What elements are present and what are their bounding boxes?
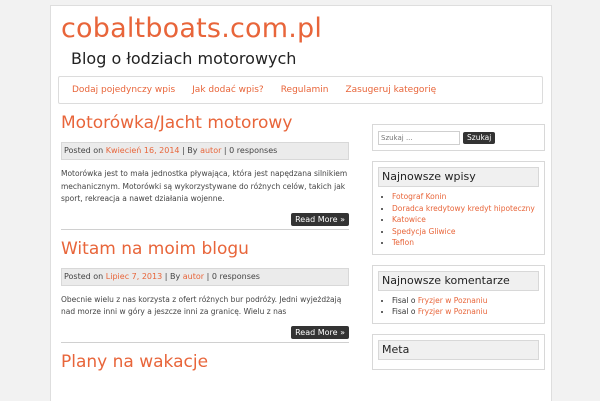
read-more-button[interactable]: Read More » <box>291 212 349 226</box>
comment-on-label: o <box>410 307 416 316</box>
post-title[interactable]: Motorówka/Jacht motorowy <box>61 112 349 142</box>
post-2: Witam na moim blogu Posted on Lipiec 7, … <box>61 238 349 339</box>
post-title[interactable]: Witam na moim blogu <box>61 238 349 268</box>
meta-widget: Meta <box>372 333 545 370</box>
post-author-link[interactable]: autor <box>200 146 221 155</box>
list-item: Teflon <box>392 237 539 249</box>
post-title[interactable]: Plany na wakacje <box>61 351 349 381</box>
post-responses: | 0 responses <box>206 271 260 281</box>
comment-post-link[interactable]: Fryzjer w Poznaniu <box>418 296 488 305</box>
recent-comments-list: Fisal o Fryzjer w Poznaniu Fisal o Fryzj… <box>378 295 539 318</box>
by-label: | By <box>164 271 181 281</box>
recent-comments-widget: Najnowsze komentarze Fisal o Fryzjer w P… <box>372 264 545 324</box>
main-content: Motorówka/Jacht motorowy Posted on Kwiec… <box>61 112 349 381</box>
post-meta: Posted on Lipiec 7, 2013 | By autor | 0 … <box>61 267 349 286</box>
post-3: Plany na wakacje <box>61 351 349 381</box>
recent-posts-widget: Najnowsze wpisy Fotograf Konin Doradca k… <box>372 161 545 255</box>
comment-author: Fisal <box>392 307 409 316</box>
post-1: Motorówka/Jacht motorowy Posted on Kwiec… <box>61 112 349 226</box>
post-title-link[interactable]: Motorówka/Jacht motorowy <box>61 113 292 133</box>
list-item: Fotograf Konin <box>392 191 539 203</box>
read-more-row: Read More » <box>61 320 349 339</box>
site-title-link[interactable]: cobaltboats.com.pl <box>61 13 322 44</box>
main-nav: Dodaj pojedynczy wpis Jak dodać wpis? Re… <box>58 76 543 104</box>
post-responses: | 0 responses <box>223 146 278 155</box>
search-widget: Szukaj <box>372 124 545 151</box>
post-excerpt: Obecnie wielu z nas korzysta z ofert róż… <box>61 294 342 317</box>
nav-item-suggest-category[interactable]: Zasugeruj kategorię <box>346 85 437 95</box>
site-description: Blog o łodziach motorowych <box>71 49 297 68</box>
post-date-link[interactable]: Lipiec 7, 2013 <box>106 272 162 281</box>
post-title-link[interactable]: Plany na wakacje <box>61 352 208 372</box>
list-item: Katowice <box>392 214 539 226</box>
comment-post-link[interactable]: Fryzjer w Poznaniu <box>418 307 488 316</box>
widget-title: Meta <box>378 339 539 360</box>
page-container: cobaltboats.com.pl Blog o łodziach motor… <box>50 5 552 401</box>
list-item: Fisal o Fryzjer w Poznaniu <box>392 295 539 307</box>
comment-author: Fisal <box>392 295 409 305</box>
post-divider <box>61 228 349 230</box>
recent-post-link[interactable]: Doradca kredytowy kredyt hipoteczny <box>392 204 535 213</box>
comment-on-label: o <box>410 295 416 305</box>
by-label: | By <box>182 146 198 155</box>
list-item: Spedycja Gliwice <box>392 226 539 238</box>
list-item: Doradca kredytowy kredyt hipoteczny <box>392 203 539 215</box>
post-excerpt: Motorówka jest to mała jednostka pływają… <box>61 169 348 203</box>
search-form: Szukaj <box>373 125 544 150</box>
read-more-button[interactable]: Read More » <box>291 325 349 339</box>
widget-title: Najnowsze wpisy <box>378 167 539 187</box>
read-more-row: Read More » <box>61 207 349 226</box>
post-date-link[interactable]: Kwiecień 16, 2014 <box>106 146 180 155</box>
nav-item-add-post[interactable]: Dodaj pojedynczy wpis <box>72 85 175 95</box>
list-item: Fisal o Fryzjer w Poznaniu <box>392 306 539 318</box>
search-input[interactable] <box>378 130 460 145</box>
search-button[interactable]: Szukaj <box>463 131 496 144</box>
recent-post-link[interactable]: Spedycja Gliwice <box>392 227 455 236</box>
nav-item-rules[interactable]: Regulamin <box>281 85 329 95</box>
site-title[interactable]: cobaltboats.com.pl <box>61 13 322 44</box>
posted-on-label: Posted on <box>64 271 104 281</box>
post-author-link[interactable]: autor <box>183 272 204 281</box>
post-divider <box>61 341 349 343</box>
recent-post-link[interactable]: Fotograf Konin <box>392 192 446 201</box>
recent-post-link[interactable]: Katowice <box>392 215 426 224</box>
nav-item-how-to-add[interactable]: Jak dodać wpis? <box>192 85 264 95</box>
post-meta: Posted on Kwiecień 16, 2014 | By autor |… <box>61 142 349 160</box>
recent-post-link[interactable]: Teflon <box>392 238 414 247</box>
sidebar: Szukaj Najnowsze wpisy Fotograf Konin Do… <box>372 124 545 380</box>
widget-title: Najnowsze komentarze <box>378 270 539 291</box>
recent-posts-list: Fotograf Konin Doradca kredytowy kredyt … <box>378 191 539 249</box>
post-title-link[interactable]: Witam na moim blogu <box>61 239 249 259</box>
posted-on-label: Posted on <box>64 146 104 155</box>
